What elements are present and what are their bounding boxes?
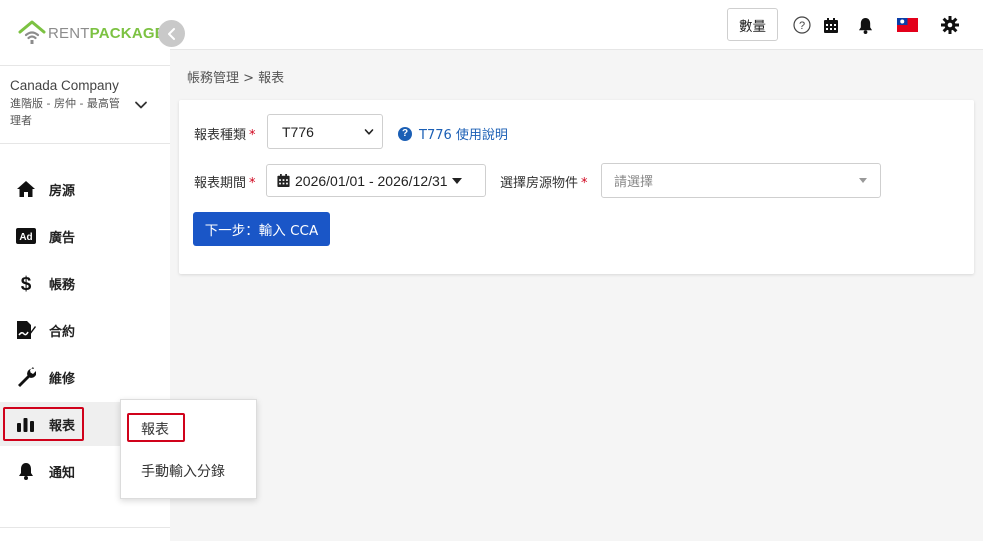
reports-submenu: 報表 手動輸入分錄 <box>120 399 257 499</box>
svg-text:?: ? <box>799 20 805 32</box>
breadcrumb: 帳務管理 > 報表 <box>187 71 285 86</box>
required-mark: * <box>249 128 256 143</box>
calendar-icon[interactable] <box>821 15 841 35</box>
required-mark: * <box>581 176 588 191</box>
submenu-item-manual-entry[interactable]: 手動輸入分錄 <box>141 461 225 481</box>
report-period-label: 報表期間 * <box>194 176 256 191</box>
svg-text:$: $ <box>21 274 32 293</box>
nav-label: 合約 <box>49 324 76 340</box>
svg-text:Ad: Ad <box>19 232 32 243</box>
logo-text-rent: RENT <box>48 24 90 42</box>
bell-icon <box>15 460 37 482</box>
nav-item-contracts[interactable]: 合約 <box>0 308 170 352</box>
nav-label: 廣告 <box>49 230 76 246</box>
nav-item-accounting[interactable]: $ 帳務 <box>0 261 170 305</box>
next-step-button[interactable]: 下一步：輸入 CCA <box>193 212 330 246</box>
home-icon <box>15 178 37 200</box>
nav-item-properties[interactable]: 房源 <box>0 167 170 211</box>
nav-highlight-outline <box>3 407 84 441</box>
sidebar-collapse-button[interactable] <box>158 20 185 47</box>
bell-icon[interactable] <box>855 15 875 35</box>
taiwan-flag-icon[interactable] <box>896 15 918 35</box>
dollar-icon: $ <box>15 272 37 294</box>
quantity-button[interactable]: 數量 <box>727 8 778 41</box>
divider <box>0 527 170 528</box>
caret-down-icon <box>451 177 462 184</box>
company-plan: 進階版 - 房仲 - 最高管理者 <box>10 97 120 127</box>
chevron-down-icon[interactable] <box>134 98 148 112</box>
nav-item-maintenance[interactable]: 維修 <box>0 355 170 399</box>
top-bar: 數量 ? <box>170 0 983 50</box>
help-icon[interactable]: ? <box>792 15 812 35</box>
report-period-picker[interactable]: 2026/01/01 - 2026/12/31 <box>266 164 486 197</box>
t776-help-link[interactable]: ? T776 使用說明 <box>398 124 508 143</box>
nav-label: 帳務 <box>49 277 76 293</box>
submenu-item-reports[interactable]: 報表 <box>141 419 169 439</box>
report-period-value: 2026/01/01 - 2026/12/31 <box>295 172 448 189</box>
calendar-icon <box>277 174 290 187</box>
wrench-icon <box>15 366 37 388</box>
caret-down-icon <box>859 178 867 183</box>
company-switcher[interactable]: Canada Company 進階版 - 房仲 - 最高管理者 <box>10 78 160 129</box>
property-select-label: 選擇房源物件 * <box>500 176 588 191</box>
gear-icon[interactable] <box>940 15 960 35</box>
chevron-down-icon <box>364 129 374 135</box>
property-select-placeholder: 請選擇 <box>614 175 654 190</box>
contract-icon <box>15 319 37 341</box>
logo-text-package: PACKAGE <box>89 24 165 42</box>
ad-icon: Ad <box>15 225 37 247</box>
divider <box>0 143 170 144</box>
company-name: Canada Company <box>10 78 119 93</box>
divider <box>0 65 170 66</box>
property-select[interactable]: 請選擇 <box>601 163 881 198</box>
report-type-select[interactable]: T776 <box>267 114 383 149</box>
logo[interactable]: RENTPACKAGE <box>18 18 165 48</box>
required-mark: * <box>249 176 256 191</box>
report-type-value: T776 <box>282 123 314 140</box>
nav-label: 維修 <box>49 371 76 387</box>
help-link-text: T776 使用說明 <box>419 128 508 143</box>
report-type-label: 報表種類 * <box>194 128 256 143</box>
chevron-left-icon <box>167 27 175 40</box>
nav-label: 房源 <box>49 183 76 199</box>
nav-item-ads[interactable]: Ad 廣告 <box>0 214 170 258</box>
nav-label: 通知 <box>49 465 76 481</box>
logo-house-icon <box>18 20 46 44</box>
question-circle-icon: ? <box>398 126 412 141</box>
